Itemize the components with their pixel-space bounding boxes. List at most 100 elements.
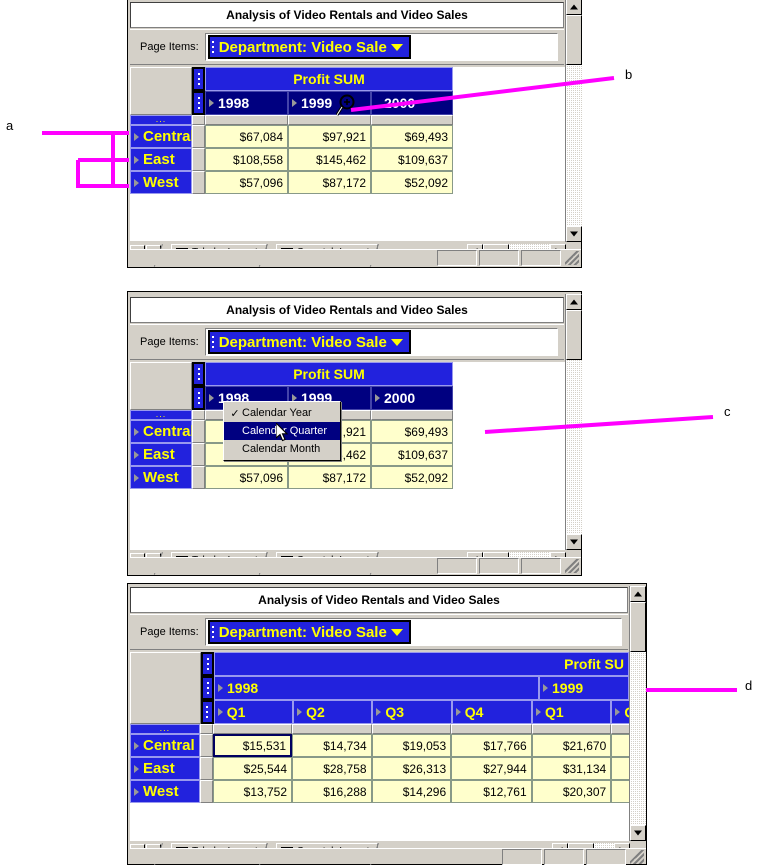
drag-handle-icon[interactable]	[209, 622, 217, 642]
data-cell[interactable]: $13,752	[212, 780, 293, 803]
scroll-track-vertical[interactable]	[566, 360, 582, 534]
drag-handle-icon[interactable]	[209, 332, 217, 352]
chevron-down-icon[interactable]	[390, 338, 403, 346]
chevron-down-icon[interactable]	[390, 628, 403, 636]
column-header-2000[interactable]: 2000	[371, 91, 453, 115]
data-cell[interactable]: $28,758	[292, 757, 372, 780]
data-cell[interactable]: $97,921	[288, 125, 371, 148]
scroll-up-button[interactable]	[566, 294, 582, 310]
expand-triangle-icon[interactable]	[217, 708, 223, 716]
scroll-thumb-vertical[interactable]	[566, 15, 582, 65]
page-items-field[interactable]: Department: Video Sale	[204, 328, 558, 356]
data-cell[interactable]: $21,670	[531, 734, 612, 757]
scroll-down-button[interactable]	[566, 534, 582, 550]
expand-triangle-icon[interactable]	[134, 132, 139, 141]
data-cell[interactable]: $17,766	[451, 734, 532, 757]
column-handle-measure[interactable]	[192, 362, 205, 386]
row-header-east[interactable]: East	[130, 148, 192, 171]
page-item-department[interactable]: Department: Video Sale	[207, 35, 411, 59]
page-items-field[interactable]: Department: Video Sale	[204, 33, 558, 61]
data-cell[interactable]: $16,288	[292, 780, 372, 803]
data-cell[interactable]: $14,734	[292, 734, 372, 757]
data-cell[interactable]: $52,092	[371, 171, 453, 194]
row-dots-handle[interactable]: ...	[130, 723, 200, 734]
column-header-1998[interactable]: 1998	[205, 91, 288, 115]
scroll-thumb-vertical[interactable]	[630, 602, 646, 652]
data-cell-selected[interactable]: $15,531	[212, 734, 293, 757]
scroll-up-button[interactable]	[566, 0, 582, 15]
row-header-east[interactable]: East	[130, 443, 192, 466]
data-cell[interactable]: $12,761	[451, 780, 532, 803]
column-header-q1-1999[interactable]: Q1	[532, 700, 612, 724]
resize-grip-icon[interactable]	[630, 849, 644, 864]
data-cell[interactable]: $69,493	[371, 420, 453, 443]
resize-grip-icon[interactable]	[565, 558, 579, 573]
column-handle-measure[interactable]	[201, 652, 214, 676]
expand-triangle-icon[interactable]	[134, 450, 139, 459]
data-cell[interactable]: $87,172	[288, 171, 371, 194]
scroll-down-button[interactable]	[566, 226, 582, 242]
data-cell[interactable]: $57,096	[205, 466, 288, 489]
expand-triangle-icon[interactable]	[134, 764, 139, 773]
expand-triangle-icon[interactable]	[134, 427, 139, 436]
data-cell[interactable]: $87,172	[288, 466, 371, 489]
column-header-q4-1998[interactable]: Q4	[451, 700, 533, 724]
column-header-1999[interactable]: 1999	[288, 91, 371, 115]
row-header-central[interactable]: Central	[130, 420, 195, 443]
scroll-up-button[interactable]	[630, 586, 646, 602]
expand-triangle-icon[interactable]	[536, 708, 542, 716]
page-item-department[interactable]: Department: Video Sale	[207, 620, 411, 644]
row-header-central[interactable]: Central	[130, 125, 195, 148]
data-cell[interactable]: $109,637	[371, 443, 453, 466]
expand-triangle-icon[interactable]	[134, 155, 139, 164]
data-cell[interactable]: $20,307	[531, 780, 612, 803]
column-header-q2-1998[interactable]: Q2	[293, 700, 373, 724]
scroll-down-button[interactable]	[630, 825, 646, 841]
expand-triangle-icon[interactable]	[218, 684, 223, 692]
row-header-west[interactable]: West	[130, 466, 192, 489]
data-cell[interactable]: $145,462	[288, 148, 371, 171]
scroll-track-vertical[interactable]	[630, 652, 646, 825]
column-handle-year[interactable]	[201, 676, 214, 700]
expand-triangle-icon[interactable]	[297, 708, 303, 716]
row-header-west[interactable]: West	[130, 171, 192, 194]
measure-header-profit-sum[interactable]: Profit SU	[214, 652, 629, 676]
drag-handle-icon[interactable]	[209, 37, 217, 57]
row-header-east[interactable]: East	[130, 757, 200, 780]
column-header-q3-1998[interactable]: Q3	[372, 700, 452, 724]
menu-item-calendar-year[interactable]: ✓ Calendar Year	[224, 404, 340, 422]
expand-triangle-icon[interactable]	[209, 394, 214, 402]
data-cell[interactable]: $109,637	[371, 148, 453, 171]
expand-triangle-icon[interactable]	[134, 741, 139, 750]
data-cell[interactable]: $26,313	[371, 757, 452, 780]
page-item-department[interactable]: Department: Video Sale	[207, 330, 411, 354]
column-handle-quarter[interactable]	[201, 700, 214, 724]
data-cell[interactable]: $25,544	[212, 757, 293, 780]
column-header-q2-1999[interactable]: Q2	[611, 700, 630, 724]
column-header-q1-1998[interactable]: Q1	[213, 700, 294, 724]
measure-header-profit-sum[interactable]: Profit SUM	[205, 362, 453, 386]
data-cell[interactable]: $52,092	[371, 466, 453, 489]
data-cell[interactable]: $19,053	[371, 734, 452, 757]
data-cell[interactable]: $31,134	[531, 757, 612, 780]
resize-grip-icon[interactable]	[565, 250, 579, 265]
data-cell[interactable]: $27,944	[451, 757, 532, 780]
expand-triangle-icon[interactable]	[209, 99, 214, 107]
vertical-scrollbar-1[interactable]	[565, 0, 582, 242]
expand-triangle-icon[interactable]	[543, 684, 548, 692]
expand-triangle-icon[interactable]	[134, 787, 139, 796]
row-header-central[interactable]: Central	[130, 734, 200, 757]
scroll-track-vertical[interactable]	[566, 65, 582, 226]
data-cell-clipped[interactable]	[611, 734, 630, 757]
column-handle-year[interactable]	[192, 386, 205, 410]
page-items-field[interactable]: Department: Video Sale	[204, 618, 622, 646]
data-cell[interactable]: $67,084	[205, 125, 288, 148]
scroll-thumb-vertical[interactable]	[566, 310, 582, 360]
vertical-scrollbar-2[interactable]	[565, 294, 582, 550]
expand-triangle-icon[interactable]	[292, 99, 297, 107]
column-handle-year[interactable]	[192, 91, 205, 115]
expand-triangle-icon[interactable]	[134, 473, 139, 482]
row-dots-handle[interactable]: ...	[130, 114, 192, 125]
row-dots-handle[interactable]: ...	[130, 409, 192, 420]
column-header-1998[interactable]: 1998	[214, 676, 539, 700]
